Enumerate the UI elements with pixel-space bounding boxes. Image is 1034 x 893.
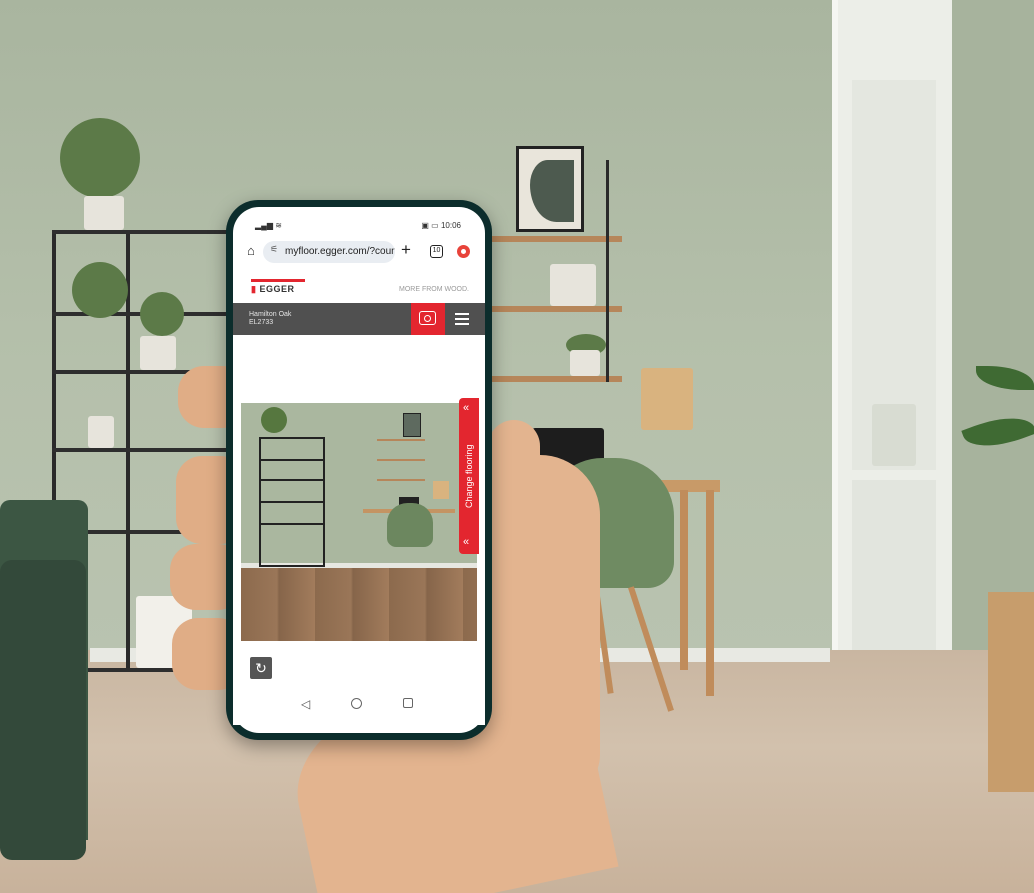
preview-wall-shelf bbox=[377, 479, 425, 481]
desk-leg bbox=[680, 490, 688, 670]
sofa-arm bbox=[0, 560, 86, 860]
hamburger-menu-icon bbox=[455, 313, 469, 315]
vase bbox=[872, 404, 916, 466]
chevron-left-icon: « bbox=[463, 536, 470, 548]
shelf-board bbox=[52, 230, 232, 234]
decor-code: EL2733 bbox=[249, 319, 274, 326]
plant-pot bbox=[140, 336, 176, 370]
vase bbox=[88, 416, 114, 448]
signal-wifi-icon: ▂▄▆ ≋ bbox=[255, 221, 282, 230]
home-icon[interactable]: ⌂ bbox=[247, 243, 255, 258]
preview-shelf-board bbox=[259, 523, 325, 525]
decor-name: Hamilton Oak bbox=[249, 311, 292, 318]
browser-toolbar: ⌂ myfloor.egger.com/?count ⚟ + 10 bbox=[233, 237, 485, 265]
tab-switcher-icon[interactable]: 10 bbox=[430, 245, 443, 258]
table-lamp bbox=[641, 368, 693, 430]
egger-logo-bar bbox=[251, 279, 305, 282]
plant bbox=[60, 118, 140, 198]
sculpture bbox=[550, 264, 596, 306]
plant bbox=[72, 262, 128, 318]
status-time: ▣ ▭ 10:06 bbox=[421, 221, 461, 230]
back-icon[interactable]: ◁ bbox=[301, 697, 310, 711]
plant bbox=[140, 292, 184, 336]
thumb bbox=[488, 420, 540, 580]
home-circle-icon[interactable] bbox=[351, 698, 362, 709]
site-settings-icon[interactable]: ⚟ bbox=[270, 244, 278, 255]
preview-lamp bbox=[433, 481, 449, 499]
android-nav-bar: ◁ bbox=[233, 685, 485, 725]
plant-pot bbox=[84, 196, 124, 230]
clock-text: 10:06 bbox=[440, 221, 461, 230]
battery-icon: ▣ ▭ bbox=[421, 221, 439, 230]
egger-header: ▮ EGGER MORE FROM WOOD. bbox=[233, 269, 485, 303]
preview-wall-shelf bbox=[377, 439, 425, 441]
wall-shelf bbox=[470, 376, 622, 382]
preview-plant bbox=[261, 407, 287, 433]
desk-leg bbox=[706, 490, 714, 696]
preview-artwork bbox=[403, 413, 421, 437]
hamburger-menu-icon bbox=[455, 323, 469, 325]
camera-lens bbox=[424, 315, 431, 322]
rotate-reset-icon[interactable]: ↻ bbox=[250, 657, 272, 679]
preview-shelf-board bbox=[259, 501, 325, 503]
record-dot bbox=[461, 249, 466, 254]
egger-logo[interactable]: ▮ EGGER bbox=[251, 284, 294, 295]
tagline: MORE FROM WOOD. bbox=[399, 286, 469, 293]
chevron-left-icon: « bbox=[463, 402, 470, 414]
shelf-board bbox=[52, 448, 232, 452]
preview-shelf-board bbox=[259, 437, 325, 439]
preview-shelf-board bbox=[259, 565, 325, 567]
status-bar: ▂▄▆ ≋ ▣ ▭ 10:06 bbox=[233, 207, 485, 235]
preview-shelf-board bbox=[259, 459, 325, 461]
preview-chair bbox=[387, 503, 433, 547]
wall-shelf bbox=[470, 236, 622, 242]
egger-logo-text: EGGER bbox=[259, 284, 295, 294]
address-bar[interactable]: myfloor.egger.com/?count bbox=[263, 241, 395, 263]
plant-pot bbox=[570, 350, 600, 376]
wall-shelf bbox=[470, 306, 622, 312]
preview-shelf-board bbox=[259, 479, 325, 481]
recent-square-icon[interactable] bbox=[403, 698, 413, 708]
preview-wall-shelf bbox=[377, 459, 425, 461]
hamburger-menu-icon bbox=[455, 318, 469, 320]
preview-wood-floor bbox=[241, 567, 477, 641]
room-preview-image[interactable] bbox=[241, 403, 477, 641]
shelf-strap bbox=[606, 160, 609, 382]
wood-cabinet bbox=[988, 592, 1034, 792]
plus-icon[interactable]: + bbox=[401, 240, 411, 260]
change-flooring-label[interactable]: Change flooring bbox=[459, 398, 479, 554]
